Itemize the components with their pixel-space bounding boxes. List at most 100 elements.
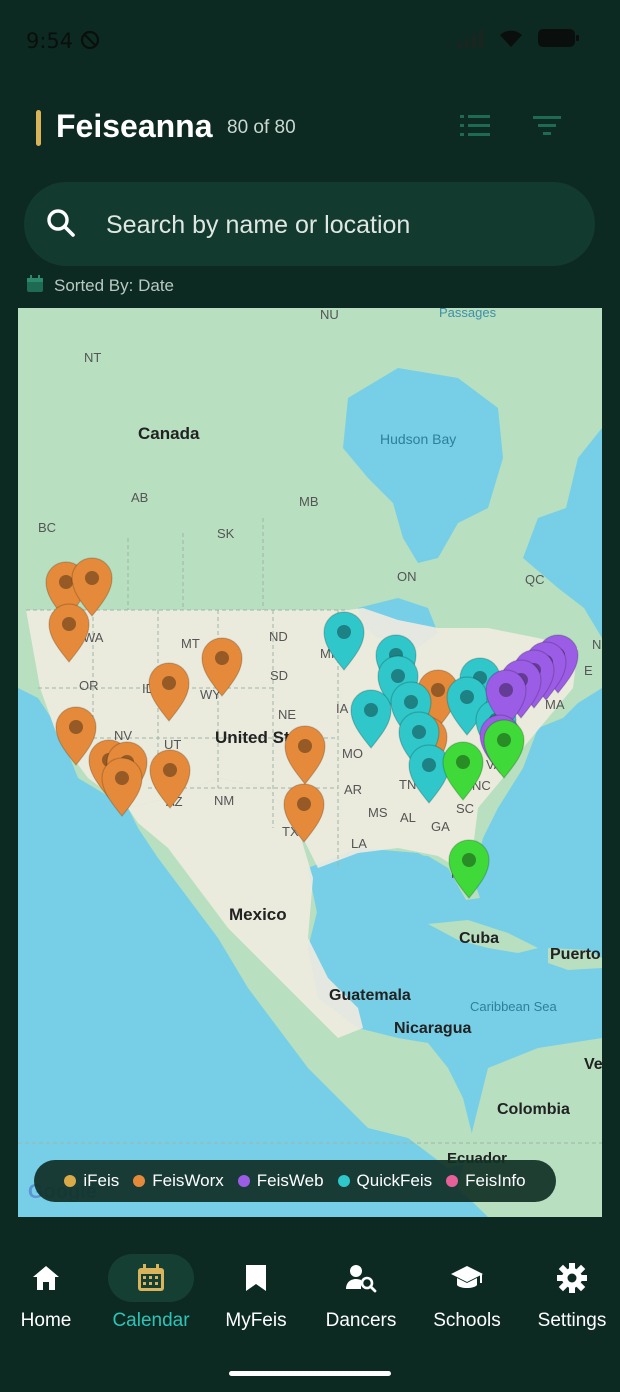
label-ma: MA [545, 697, 565, 712]
filter-button[interactable] [533, 112, 563, 145]
label-sd: SD [270, 668, 288, 683]
app-header: Feiseanna 80 of 80 [0, 100, 620, 160]
sort-label: Sorted By: Date [54, 276, 175, 295]
label-nu: NU [320, 308, 339, 322]
wifi-icon [498, 28, 524, 53]
nav-icon-wrap [424, 1254, 510, 1302]
label-ab: AB [131, 490, 148, 505]
list-icon [460, 115, 490, 136]
signal-icon [458, 28, 484, 53]
person-search-icon [346, 1265, 377, 1293]
label-hudson-bay: Hudson Bay [380, 431, 456, 447]
nav-label: Schools [433, 1310, 501, 1331]
label-mo: MO [342, 746, 363, 761]
nav-icon-wrap [318, 1254, 404, 1302]
label-mt: MT [181, 636, 200, 651]
label-cuba: Cuba [459, 930, 499, 947]
legend-label: FeisWorx [152, 1171, 224, 1190]
label-ne: NE [278, 707, 296, 722]
search-input[interactable] [104, 200, 568, 250]
nav-label: MyFeis [225, 1310, 287, 1331]
map-legend: iFeis FeisWorx FeisWeb QuickFeis FeisInf… [34, 1160, 556, 1202]
legend-item-ifeis[interactable]: iFeis [64, 1171, 119, 1191]
label-al: AL [400, 810, 416, 825]
nav-dancers[interactable]: Dancers [309, 1240, 413, 1350]
battery-icon [538, 28, 580, 53]
home-indicator [229, 1371, 391, 1376]
label-colombia: Colombia [497, 1101, 570, 1118]
gear-icon [557, 1263, 587, 1293]
nav-home[interactable]: Home [0, 1240, 98, 1350]
label-ms: MS [368, 805, 388, 820]
label-nicaragua: Nicaragua [394, 1020, 471, 1037]
label-guatemala: Guatemala [329, 987, 411, 1004]
filter-icon [533, 116, 561, 135]
label-mexico: Mexico [229, 905, 287, 924]
label-n: N [592, 637, 601, 652]
calendar-small-icon [26, 274, 44, 298]
label-sk: SK [217, 526, 235, 541]
legend-dot [133, 1175, 146, 1187]
home-icon [33, 1266, 59, 1290]
label-puerto: Puerto [550, 946, 601, 963]
nav-icon-wrap [529, 1254, 615, 1302]
label-caribbean-sea: Caribbean Sea [470, 999, 557, 1014]
nav-label: Dancers [325, 1310, 397, 1331]
nav-icon-wrap [108, 1254, 194, 1302]
legend-dot [64, 1175, 77, 1187]
legend-item-feisweb[interactable]: FeisWeb [237, 1171, 324, 1191]
nav-settings[interactable]: Settings [520, 1240, 620, 1350]
label-on: ON [397, 569, 417, 584]
nav-label: Settings [537, 1310, 607, 1331]
nav-myfeis[interactable]: MyFeis [204, 1240, 308, 1350]
label-sc: SC [456, 801, 474, 816]
label-nv: NV [114, 728, 132, 743]
dnd-icon [80, 30, 100, 55]
search-bar[interactable] [24, 182, 595, 266]
label-nt: NT [84, 350, 101, 365]
label-ar: AR [344, 782, 362, 797]
legend-item-quickfeis[interactable]: QuickFeis [337, 1171, 433, 1191]
legend-label: iFeis [83, 1171, 120, 1190]
label-la: LA [351, 836, 367, 851]
search-icon [46, 208, 76, 243]
nav-icon-wrap [3, 1254, 89, 1302]
legend-dot [237, 1175, 250, 1187]
label-nd: ND [269, 629, 288, 644]
legend-label: QuickFeis [356, 1171, 433, 1190]
label-passages: Passages [439, 308, 497, 320]
nav-icon-wrap [213, 1254, 299, 1302]
label-bc: BC [38, 520, 56, 535]
label-qc: QC [525, 572, 545, 587]
legend-dot [337, 1175, 350, 1187]
label-venez: Venez [584, 1056, 602, 1073]
label-mb: MB [299, 494, 319, 509]
legend-item-feisinfo[interactable]: FeisInfo [446, 1171, 526, 1191]
status-bar: 9:54 [0, 0, 620, 80]
label-e: E [584, 663, 593, 678]
page-title: Feiseanna [56, 108, 213, 144]
label-nm: NM [214, 793, 234, 808]
label-united-states: United St [215, 728, 290, 747]
list-view-button[interactable] [460, 112, 490, 145]
label-or: OR [79, 678, 99, 693]
label-ga: GA [431, 819, 450, 834]
nav-calendar[interactable]: Calendar [99, 1240, 203, 1350]
feis-map[interactable]: NU Passages NT Canada Hudson Bay AB MB B… [18, 308, 602, 1217]
bookmark-icon [246, 1265, 266, 1291]
bottom-nav: Home Calendar MyFeis Dancers Schools Set… [0, 1240, 620, 1350]
nav-label: Calendar [112, 1310, 190, 1331]
nav-label: Home [20, 1310, 72, 1331]
legend-item-feisworx[interactable]: FeisWorx [133, 1171, 224, 1191]
sort-indicator[interactable]: Sorted By: Date [26, 274, 174, 298]
school-icon [451, 1266, 483, 1288]
nav-schools[interactable]: Schools [415, 1240, 519, 1350]
legend-label: FeisInfo [465, 1171, 526, 1190]
legend-dot [446, 1175, 459, 1187]
result-count: 80 of 80 [227, 117, 296, 138]
label-canada: Canada [138, 424, 200, 443]
status-time: 9:54 [26, 29, 74, 53]
title-accent-bar [36, 110, 41, 146]
calendar-icon [138, 1264, 164, 1291]
legend-label: FeisWeb [256, 1171, 324, 1190]
